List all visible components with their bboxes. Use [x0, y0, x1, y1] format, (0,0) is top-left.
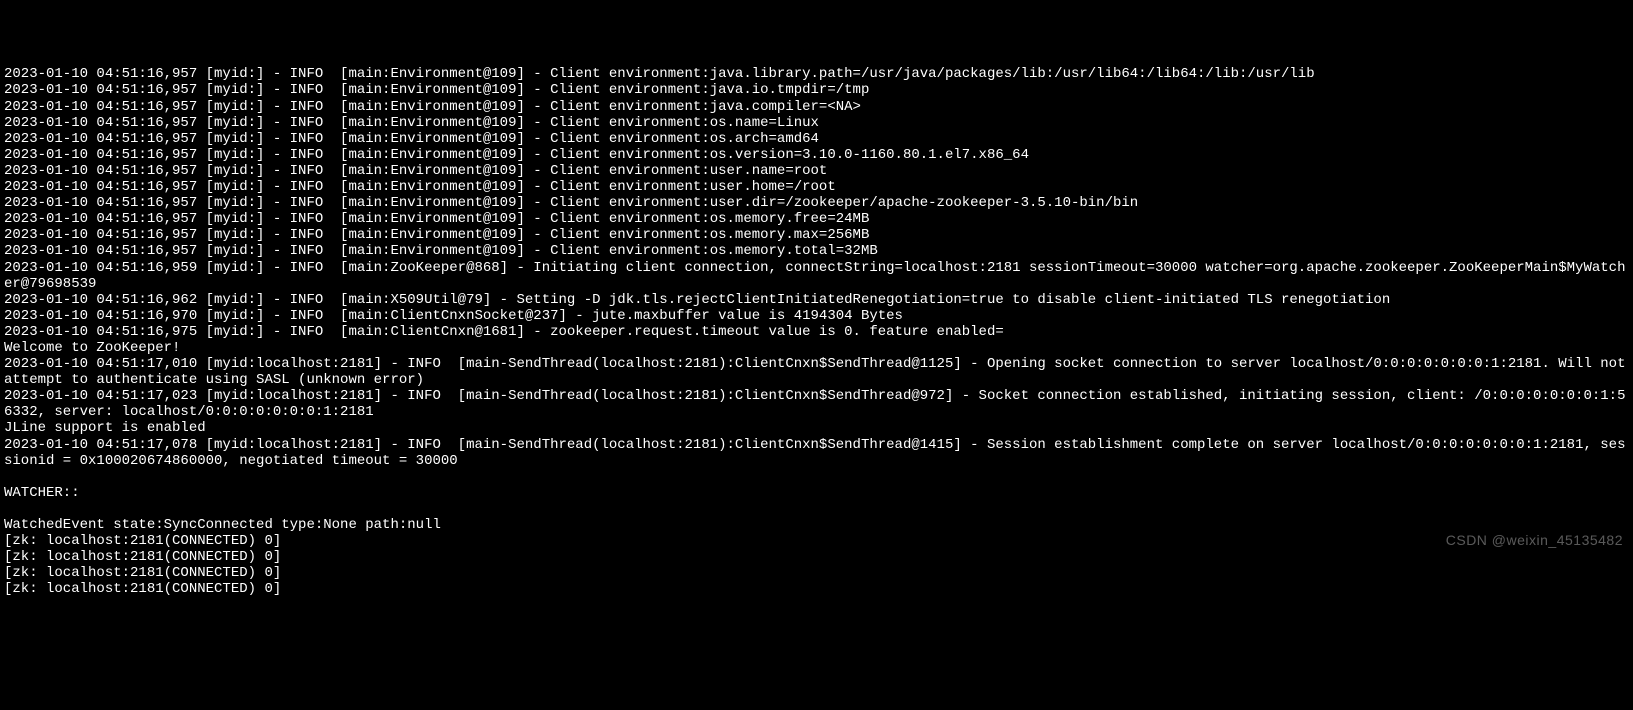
csdn-watermark: CSDN @weixin_45135482 — [1446, 532, 1623, 548]
terminal-line: [zk: localhost:2181(CONNECTED) 0] — [4, 565, 1629, 581]
terminal-line: 2023-01-10 04:51:16,962 [myid:] - INFO [… — [4, 292, 1629, 308]
terminal-line: 2023-01-10 04:51:17,023 [myid:localhost:… — [4, 388, 1629, 420]
terminal-line: 2023-01-10 04:51:16,957 [myid:] - INFO [… — [4, 82, 1629, 98]
terminal-line: 2023-01-10 04:51:16,957 [myid:] - INFO [… — [4, 163, 1629, 179]
terminal-line: Welcome to ZooKeeper! — [4, 340, 1629, 356]
terminal-line: WatchedEvent state:SyncConnected type:No… — [4, 517, 1629, 533]
terminal-line: WATCHER:: — [4, 485, 1629, 501]
terminal-line: 2023-01-10 04:51:16,957 [myid:] - INFO [… — [4, 99, 1629, 115]
terminal-line: 2023-01-10 04:51:17,078 [myid:localhost:… — [4, 437, 1629, 469]
terminal-line: 2023-01-10 04:51:16,957 [myid:] - INFO [… — [4, 66, 1629, 82]
terminal-line: 2023-01-10 04:51:16,975 [myid:] - INFO [… — [4, 324, 1629, 340]
terminal-line: 2023-01-10 04:51:16,959 [myid:] - INFO [… — [4, 260, 1629, 292]
terminal-line: 2023-01-10 04:51:16,957 [myid:] - INFO [… — [4, 243, 1629, 259]
terminal-line — [4, 501, 1629, 517]
terminal-line: 2023-01-10 04:51:16,957 [myid:] - INFO [… — [4, 211, 1629, 227]
terminal-line: 2023-01-10 04:51:16,957 [myid:] - INFO [… — [4, 115, 1629, 131]
terminal-line: 2023-01-10 04:51:16,957 [myid:] - INFO [… — [4, 131, 1629, 147]
terminal-output[interactable]: 2023-01-10 04:51:16,957 [myid:] - INFO [… — [4, 66, 1629, 597]
terminal-line: [zk: localhost:2181(CONNECTED) 0] — [4, 533, 1629, 549]
terminal-line — [4, 469, 1629, 485]
terminal-line: [zk: localhost:2181(CONNECTED) 0] — [4, 549, 1629, 565]
terminal-line: 2023-01-10 04:51:16,970 [myid:] - INFO [… — [4, 308, 1629, 324]
terminal-line: 2023-01-10 04:51:16,957 [myid:] - INFO [… — [4, 195, 1629, 211]
terminal-line: 2023-01-10 04:51:16,957 [myid:] - INFO [… — [4, 179, 1629, 195]
terminal-line: [zk: localhost:2181(CONNECTED) 0] — [4, 581, 1629, 597]
terminal-line: 2023-01-10 04:51:16,957 [myid:] - INFO [… — [4, 227, 1629, 243]
terminal-line: JLine support is enabled — [4, 420, 1629, 436]
terminal-line: 2023-01-10 04:51:17,010 [myid:localhost:… — [4, 356, 1629, 388]
terminal-line: 2023-01-10 04:51:16,957 [myid:] - INFO [… — [4, 147, 1629, 163]
